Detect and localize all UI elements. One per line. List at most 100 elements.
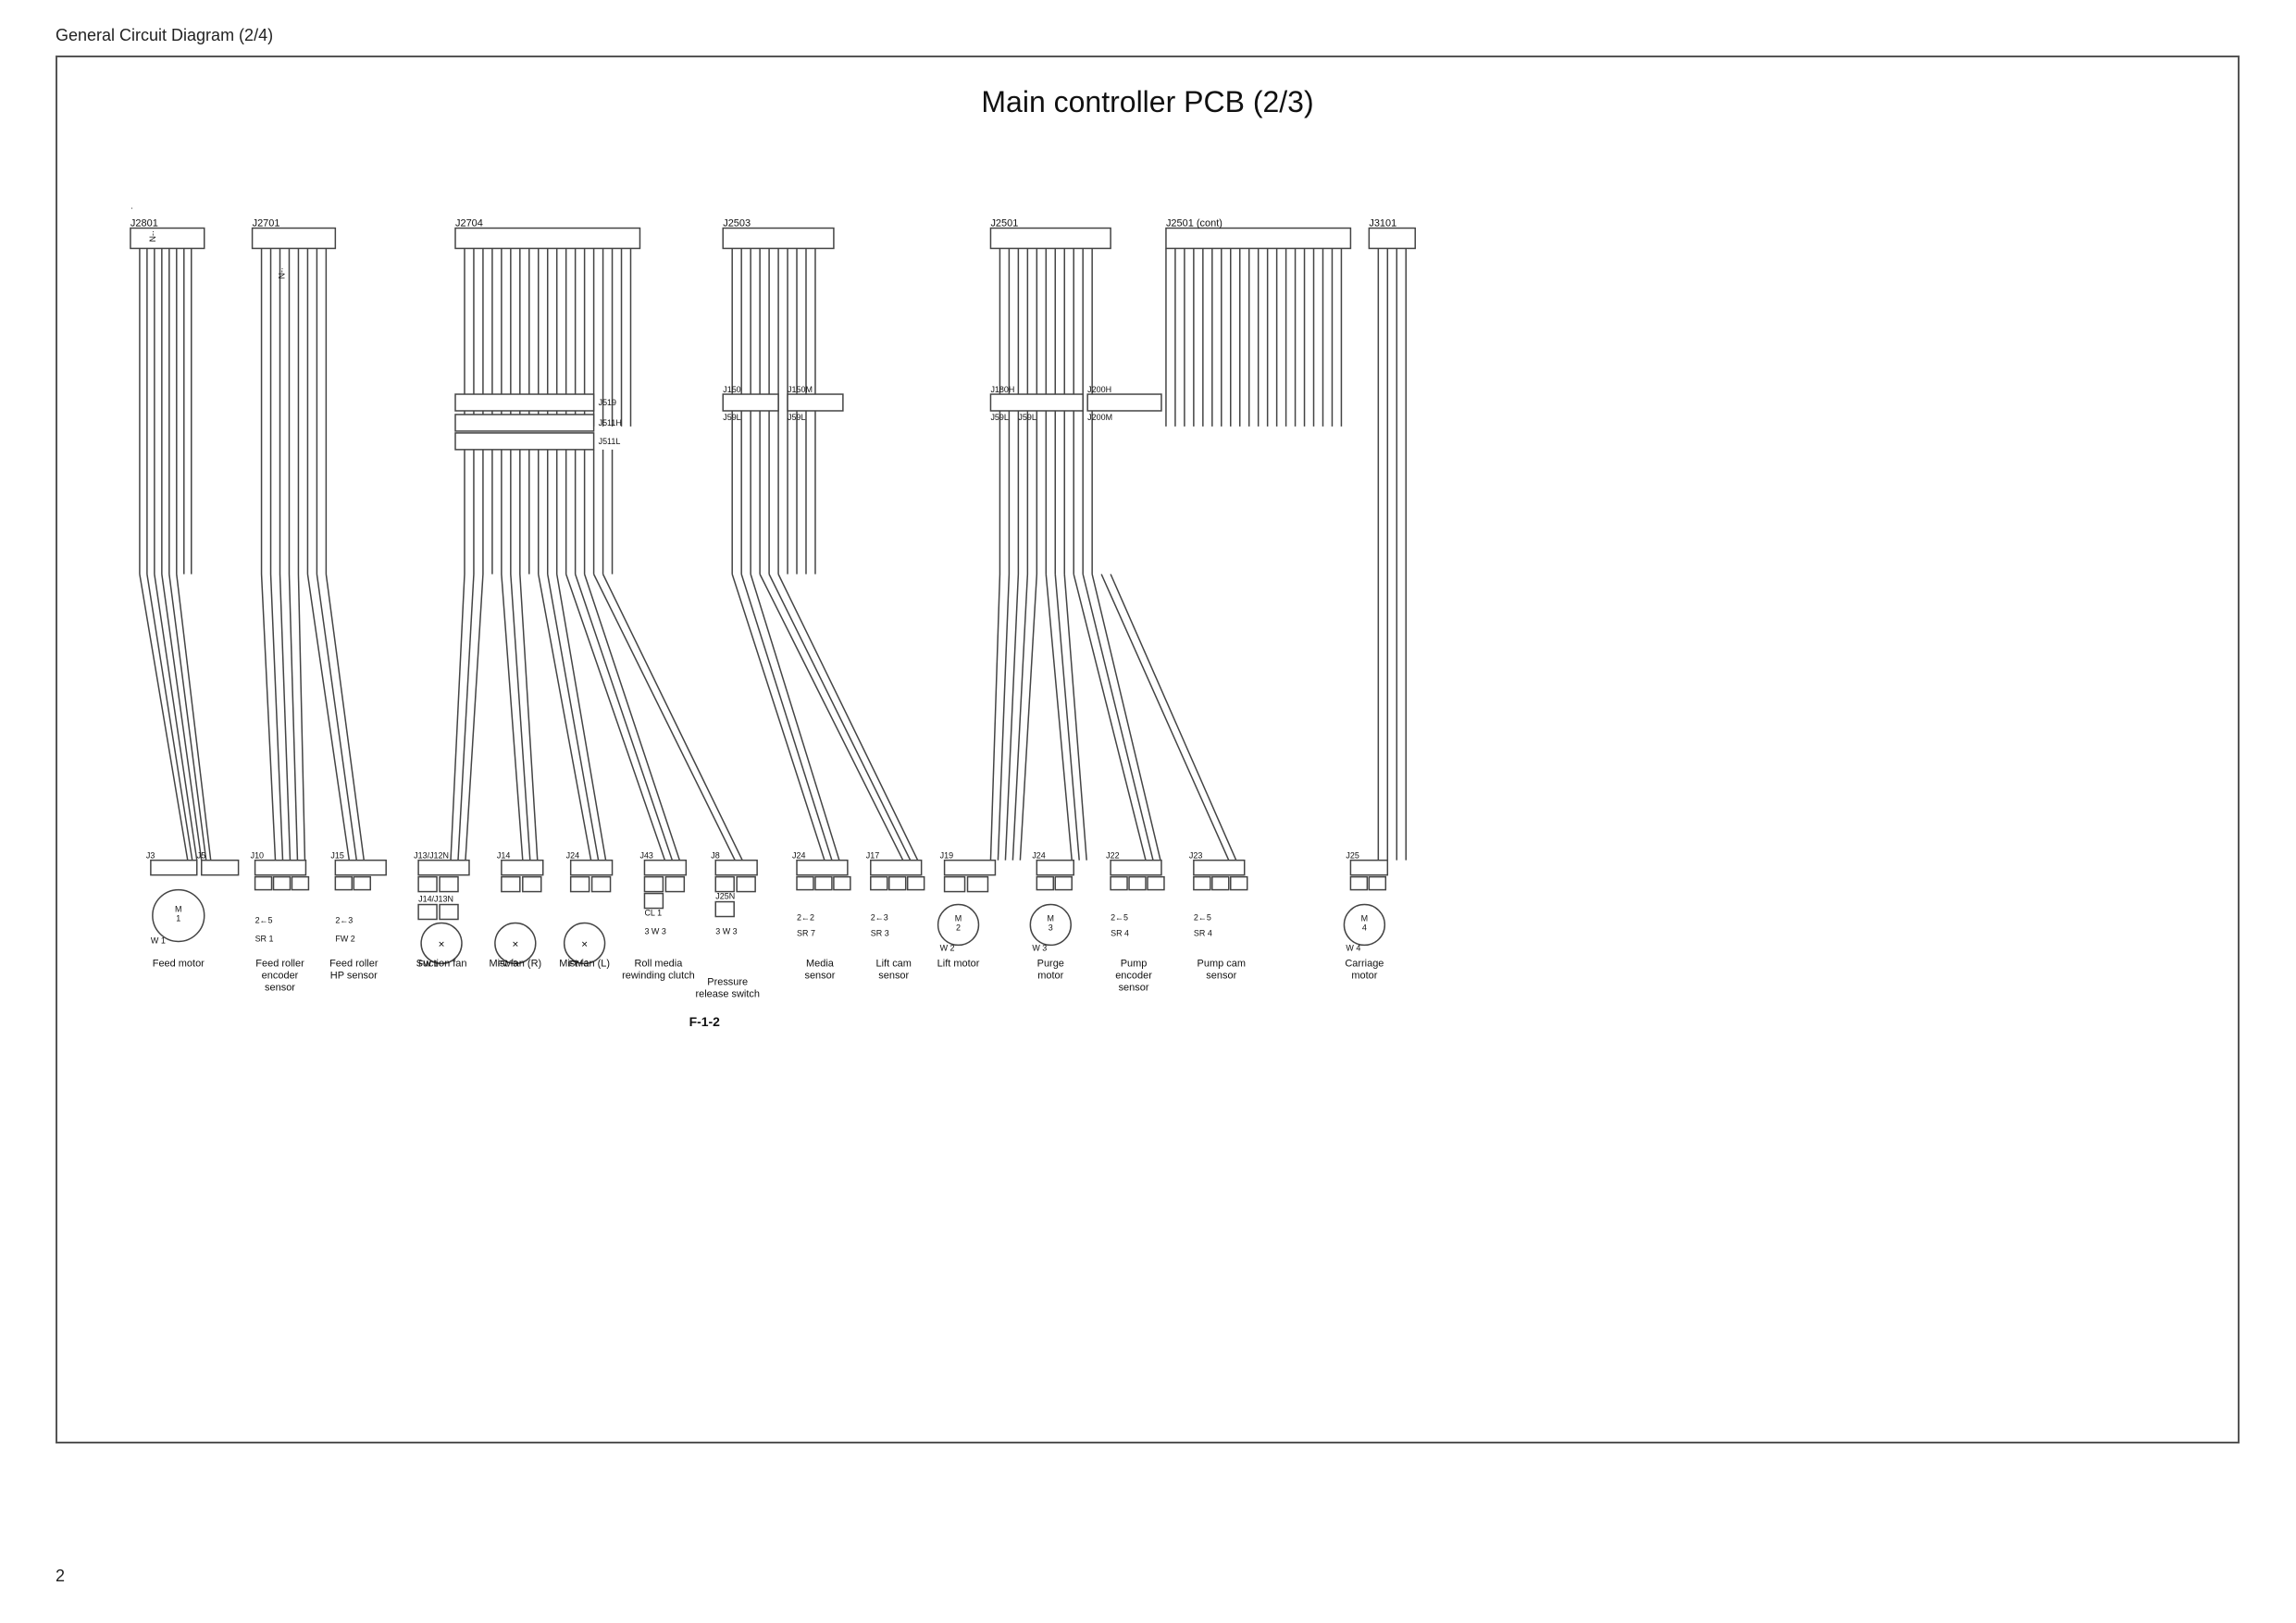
- svg-text:N-·: N-·: [148, 230, 157, 242]
- svg-text:Feed roller: Feed roller: [255, 958, 304, 969]
- svg-text:✕: ✕: [512, 939, 519, 948]
- svg-text:2←5: 2←5: [1194, 913, 1211, 923]
- svg-text:J14: J14: [497, 851, 510, 861]
- svg-text:J13/J12N: J13/J12N: [414, 851, 449, 861]
- svg-text:W 3: W 3: [1032, 943, 1047, 952]
- svg-text:J2503: J2503: [723, 218, 751, 229]
- svg-text:J15: J15: [330, 851, 343, 861]
- svg-text:J25N: J25N: [715, 892, 735, 901]
- svg-text:✕: ✕: [438, 939, 445, 948]
- svg-text:M: M: [1361, 914, 1368, 923]
- svg-text:J200H: J200H: [1087, 385, 1111, 394]
- svg-text:✕: ✕: [581, 939, 589, 948]
- svg-text:·: ·: [127, 207, 136, 210]
- svg-text:J150: J150: [723, 385, 740, 394]
- svg-text:2: 2: [956, 923, 961, 932]
- svg-text:J2704: J2704: [455, 218, 483, 229]
- svg-text:J519: J519: [599, 398, 616, 407]
- svg-text:J2801: J2801: [130, 218, 158, 229]
- svg-text:SR 7: SR 7: [797, 928, 815, 937]
- svg-text:motor: motor: [1037, 970, 1063, 981]
- svg-text:J59L: J59L: [1018, 413, 1036, 422]
- svg-text:J511H: J511H: [599, 418, 622, 427]
- svg-text:M: M: [955, 914, 962, 923]
- svg-text:3: 3: [1049, 923, 1053, 932]
- svg-text:Mist fan (R): Mist fan (R): [489, 958, 541, 969]
- svg-text:3 W 3: 3 W 3: [644, 926, 665, 935]
- svg-text:J24: J24: [1032, 851, 1045, 861]
- svg-text:J22: J22: [1106, 851, 1119, 861]
- svg-text:Pump: Pump: [1121, 958, 1148, 969]
- svg-text:Suction fan: Suction fan: [416, 958, 467, 969]
- svg-text:J19: J19: [940, 851, 953, 861]
- svg-text:release switch: release switch: [695, 988, 760, 999]
- svg-text:2←2: 2←2: [797, 913, 814, 923]
- svg-text:J3: J3: [146, 851, 155, 861]
- svg-text:FW 2: FW 2: [335, 934, 354, 943]
- svg-text:J43: J43: [639, 851, 652, 861]
- svg-text:Feed roller: Feed roller: [329, 958, 379, 969]
- svg-text:M: M: [175, 905, 181, 914]
- svg-text:SR 1: SR 1: [255, 934, 274, 943]
- svg-text:sensor: sensor: [804, 970, 835, 981]
- svg-text:1: 1: [176, 914, 180, 923]
- svg-text:J59L: J59L: [990, 413, 1008, 422]
- svg-text:2←5: 2←5: [1111, 913, 1128, 923]
- svg-text:J59L: J59L: [723, 413, 740, 422]
- svg-text:2←3: 2←3: [335, 915, 353, 924]
- svg-text:F-1-2: F-1-2: [689, 1014, 721, 1029]
- svg-text:Pressure: Pressure: [707, 976, 748, 987]
- svg-text:Purge: Purge: [1037, 958, 1064, 969]
- svg-text:J3101: J3101: [1369, 218, 1396, 229]
- svg-text:J10: J10: [251, 851, 264, 861]
- svg-text:2←5: 2←5: [255, 915, 273, 924]
- svg-text:M: M: [1048, 914, 1054, 923]
- diagram-border: Main controller PCB (2/3) .thin { stroke…: [56, 56, 2240, 1443]
- svg-text:2←3: 2←3: [871, 913, 888, 923]
- svg-text:sensor: sensor: [265, 982, 295, 993]
- svg-text:sensor: sensor: [878, 970, 909, 981]
- svg-text:Feed motor: Feed motor: [153, 958, 205, 969]
- svg-text:J2501: J2501: [990, 218, 1018, 229]
- svg-text:J5: J5: [197, 851, 205, 861]
- svg-text:HP sensor: HP sensor: [330, 970, 378, 981]
- svg-text:motor: motor: [1351, 970, 1377, 981]
- svg-text:J59L: J59L: [788, 413, 805, 422]
- svg-text:J2701: J2701: [253, 218, 280, 229]
- svg-text:J511L: J511L: [599, 437, 621, 446]
- svg-text:J24: J24: [566, 851, 579, 861]
- svg-text:encoder: encoder: [1115, 970, 1152, 981]
- svg-text:W 1: W 1: [151, 935, 166, 945]
- svg-text:J2501 (cont): J2501 (cont): [1166, 218, 1222, 229]
- page-title: General Circuit Diagram (2/4): [56, 26, 273, 45]
- svg-text:J8: J8: [711, 851, 719, 861]
- svg-text:3 W 3: 3 W 3: [715, 926, 737, 935]
- svg-text:CL 1: CL 1: [644, 909, 662, 918]
- svg-text:J150M: J150M: [788, 385, 813, 394]
- svg-text:Mist fan (L): Mist fan (L): [559, 958, 610, 969]
- svg-text:N-·: N-·: [277, 267, 286, 279]
- svg-text:SR 3: SR 3: [871, 928, 889, 937]
- svg-text:4: 4: [1362, 923, 1367, 932]
- svg-text:SR 4: SR 4: [1111, 928, 1129, 937]
- svg-text:J17: J17: [866, 851, 879, 861]
- svg-text:J23: J23: [1189, 851, 1202, 861]
- svg-text:encoder: encoder: [262, 970, 299, 981]
- svg-text:SR 4: SR 4: [1194, 928, 1212, 937]
- svg-text:Carriage: Carriage: [1345, 958, 1384, 969]
- svg-text:Media: Media: [806, 958, 835, 969]
- svg-text:W 2: W 2: [940, 943, 955, 952]
- svg-text:sensor: sensor: [1119, 982, 1149, 993]
- svg-text:J180H: J180H: [990, 385, 1014, 394]
- svg-text:J25: J25: [1346, 851, 1359, 861]
- svg-text:J14/J13N: J14/J13N: [418, 895, 453, 904]
- page-number: 2: [56, 1567, 65, 1586]
- circuit-diagram: .thin { stroke: #444; stroke-width: 1.5;…: [57, 57, 2238, 1442]
- svg-text:Pump cam: Pump cam: [1198, 958, 1246, 969]
- svg-text:Lift motor: Lift motor: [937, 958, 980, 969]
- svg-text:Lift cam: Lift cam: [876, 958, 912, 969]
- svg-text:sensor: sensor: [1206, 970, 1236, 981]
- svg-text:J24: J24: [792, 851, 805, 861]
- svg-text:Roll media: Roll media: [634, 958, 683, 969]
- svg-text:J200M: J200M: [1087, 413, 1112, 422]
